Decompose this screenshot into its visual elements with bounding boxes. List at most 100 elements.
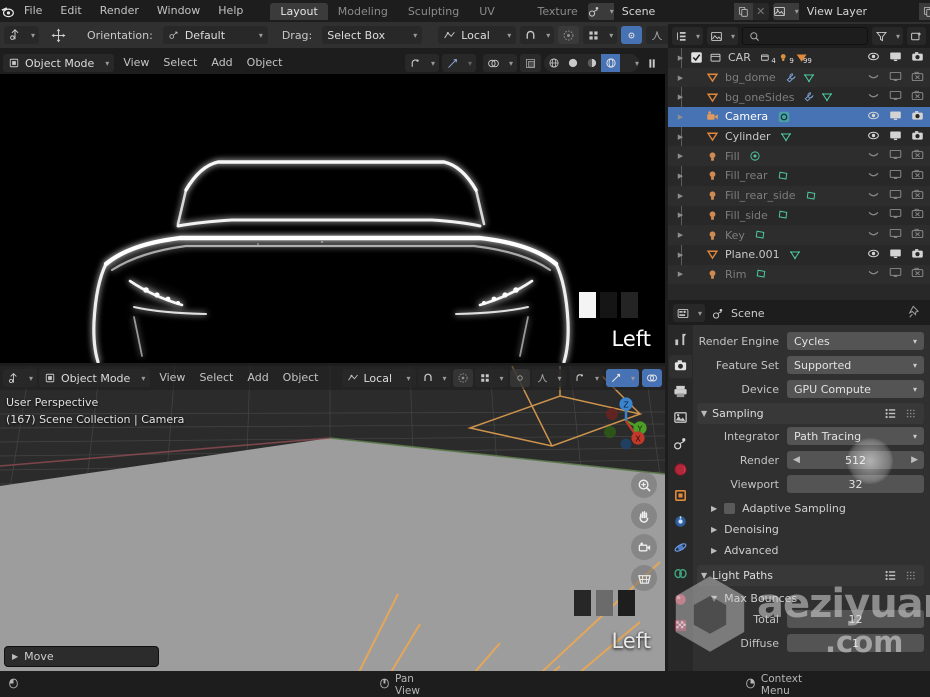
hide-in-viewport-toggle[interactable] xyxy=(867,188,880,204)
light-area-data-icon[interactable] xyxy=(754,229,766,241)
modifier-wrench-icon[interactable] xyxy=(785,72,797,84)
drag-dropdown[interactable]: Select Box ▾ xyxy=(322,26,423,44)
transform-orientation-dropdown[interactable]: Local ▾ xyxy=(438,26,517,44)
outliner-row[interactable]: ▶ Camera xyxy=(668,107,930,127)
properties-editor[interactable]: ▾ Scene Render Engine Cycles ▾ Feature S… xyxy=(668,301,930,671)
disclosure-triangle-icon[interactable]: ▶ xyxy=(674,211,687,219)
scene-name[interactable]: Scene xyxy=(613,2,734,20)
disable-in-render-toggle[interactable] xyxy=(911,247,924,263)
properties-tab-world[interactable] xyxy=(669,459,692,482)
viewport-menu-object[interactable]: Object xyxy=(240,54,290,72)
max-bounces-row[interactable]: ▼ Max Bounces xyxy=(697,588,924,609)
viewport3d-menu-add[interactable]: Add xyxy=(240,369,275,387)
render-samples-field[interactable]: ◀ 512 ▶ xyxy=(787,451,924,469)
light-paths-section-header[interactable]: ▼ Light Paths xyxy=(697,565,924,586)
preset-list-icon[interactable] xyxy=(884,408,897,419)
disable-in-render-toggle[interactable] xyxy=(911,168,924,184)
3d-viewport[interactable]: ▾ Object Mode ▾ View Select Add Object Loca… xyxy=(0,366,665,671)
workspace-tab-uv-editing[interactable]: UV Editing xyxy=(469,3,527,35)
total-field[interactable]: 12 xyxy=(787,610,924,628)
properties-tab-view-layer[interactable] xyxy=(669,407,692,430)
disable-in-render-toggle[interactable] xyxy=(911,70,924,86)
properties-tab-tool[interactable] xyxy=(669,329,692,352)
properties-tab-scene[interactable] xyxy=(669,433,692,456)
disable-in-render-toggle[interactable] xyxy=(911,227,924,243)
disable-in-viewport-toggle[interactable] xyxy=(889,168,902,184)
increment-icon[interactable]: ▶ xyxy=(911,455,918,465)
shading-solid[interactable] xyxy=(563,54,582,72)
orientation-dropdown[interactable]: Default ▾ xyxy=(162,26,268,44)
unlink-scene-icon[interactable]: ✕ xyxy=(753,3,769,20)
display-mode-button[interactable]: ▾ xyxy=(672,27,704,45)
view-layer-name[interactable]: View Layer xyxy=(798,2,919,20)
light-count-icon[interactable]: 9 xyxy=(778,52,794,65)
visibility-button-3d[interactable]: ▾ xyxy=(569,369,603,387)
light-area-data-icon[interactable] xyxy=(777,170,789,182)
shading-wireframe[interactable] xyxy=(544,54,563,72)
disable-in-viewport-toggle[interactable] xyxy=(889,227,902,243)
grip-dots-icon[interactable] xyxy=(905,408,918,419)
menu-render[interactable]: Render xyxy=(91,2,148,20)
collection-count-icon[interactable]: 4 xyxy=(760,52,776,65)
properties-tab-output[interactable] xyxy=(669,381,692,404)
orthographic-toggle-icon[interactable] xyxy=(631,565,657,591)
properties-tab-modifiers[interactable] xyxy=(669,511,692,534)
snap-target-button[interactable] xyxy=(621,26,643,44)
shading-dropdown[interactable]: ▾ xyxy=(620,54,639,72)
disable-in-render-toggle[interactable] xyxy=(911,89,924,105)
grip-dots-icon[interactable] xyxy=(905,570,918,581)
disclosure-triangle-icon[interactable]: ▶ xyxy=(674,172,687,180)
decrement-icon[interactable]: ◀ xyxy=(793,455,800,465)
diffuse-field[interactable]: 1 xyxy=(787,634,924,652)
zoom-icon[interactable] xyxy=(631,472,657,498)
disable-in-render-toggle[interactable] xyxy=(911,148,924,164)
mode-selector-3d[interactable]: Object Mode ▾ xyxy=(39,369,151,387)
outliner-row[interactable]: ▶ CAR 4 9 99 xyxy=(668,48,930,68)
adaptive-sampling-checkbox[interactable] xyxy=(724,503,736,514)
camera-data-icon[interactable] xyxy=(777,110,791,124)
device-dropdown[interactable]: GPU Compute ▾ xyxy=(787,380,924,398)
disable-in-viewport-toggle[interactable] xyxy=(889,70,902,86)
snap-button[interactable]: ▾ xyxy=(520,26,555,44)
hide-in-viewport-toggle[interactable] xyxy=(867,70,880,86)
hide-in-viewport-toggle[interactable] xyxy=(867,227,880,243)
modifier-wrench-icon[interactable] xyxy=(803,91,815,103)
workspace-tab-texture-pai[interactable]: Texture Pai xyxy=(528,3,588,35)
snap-grid-button[interactable]: ▾ xyxy=(583,26,618,44)
mode-selector[interactable]: Object Mode ▾ xyxy=(3,54,115,72)
camera-view-icon[interactable] xyxy=(631,534,657,560)
gizmo-button-3d[interactable]: ▾ xyxy=(605,369,639,387)
active-tool-button[interactable]: ▾ xyxy=(4,26,40,44)
overlays-button[interactable]: ▾ xyxy=(482,54,517,72)
workspace-tab-layout[interactable]: Layout xyxy=(270,2,328,20)
proportional-edit-3d[interactable] xyxy=(452,369,473,387)
disable-in-viewport-toggle[interactable] xyxy=(889,266,902,282)
hide-in-viewport-toggle[interactable] xyxy=(867,207,880,223)
hand-pan-icon[interactable] xyxy=(631,503,657,529)
menu-help[interactable]: Help xyxy=(209,2,252,20)
outliner-row[interactable]: ▶ Key xyxy=(668,225,930,245)
viewport-menu-view[interactable]: View xyxy=(116,54,156,72)
light-point-data-icon[interactable] xyxy=(749,150,761,162)
viewport3d-menu-object[interactable]: Object xyxy=(276,369,326,387)
hide-in-viewport-toggle[interactable] xyxy=(867,89,880,105)
disclosure-triangle-icon[interactable]: ▶ xyxy=(674,231,687,239)
editor-type-button[interactable]: ▾ xyxy=(3,369,38,387)
pause-icon[interactable] xyxy=(642,57,662,70)
disclosure-triangle-icon[interactable]: ▶ xyxy=(674,133,687,141)
viewport3d-menu-view[interactable]: View xyxy=(152,369,192,387)
mesh-data-icon[interactable] xyxy=(789,249,801,261)
collection-checkbox[interactable] xyxy=(687,51,706,64)
visibility-button[interactable]: ▾ xyxy=(404,54,439,72)
filter-button[interactable]: ▾ xyxy=(871,27,903,45)
overlays-button-3d[interactable] xyxy=(642,369,662,387)
pin-icon[interactable] xyxy=(908,304,925,322)
properties-editor-type-button[interactable]: ▾ xyxy=(673,304,706,322)
outliner-row[interactable]: ▶ bg_dome xyxy=(668,67,930,88)
disclosure-triangle-icon[interactable]: ▶ xyxy=(674,251,687,259)
disable-in-render-toggle[interactable] xyxy=(911,266,924,282)
search-input[interactable] xyxy=(742,27,868,45)
disable-in-viewport-toggle[interactable] xyxy=(889,247,902,263)
navigation-gizmo[interactable]: Z Y X xyxy=(597,392,655,453)
gizmo-button[interactable]: ▾ xyxy=(441,54,476,72)
